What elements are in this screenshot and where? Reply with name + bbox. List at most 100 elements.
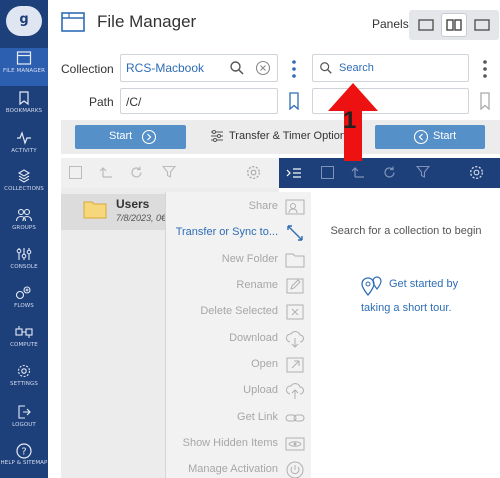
transfer-bar: Start Transfer & Timer Options Start bbox=[61, 120, 500, 154]
left-nav: g FILE MANAGER BOOKMARKS ACTIVITY COLLEC… bbox=[0, 0, 48, 478]
link-icon bbox=[285, 408, 305, 433]
panels-label: Panels bbox=[372, 17, 409, 31]
search-icon bbox=[319, 61, 333, 80]
menu-item-transfer-sync[interactable]: Transfer or Sync to... bbox=[166, 220, 312, 246]
search-collection-input[interactable]: Search bbox=[312, 54, 469, 82]
nav-label: CONSOLE bbox=[10, 264, 38, 270]
right-select-all-checkbox-icon[interactable] bbox=[321, 166, 334, 184]
start-right-label: Start bbox=[433, 130, 457, 142]
path-input[interactable]: /C/ bbox=[120, 88, 278, 114]
left-bookmark-icon[interactable] bbox=[288, 92, 300, 115]
nav-item-flows[interactable]: FLOWS bbox=[0, 283, 48, 321]
double-panel-button[interactable] bbox=[441, 13, 467, 37]
nav-label: COMPUTE bbox=[10, 342, 38, 348]
start-left-arrow-icon bbox=[413, 129, 429, 148]
nav-label: SETTINGS bbox=[10, 381, 38, 387]
nav-item-activity[interactable]: ACTIVITY bbox=[0, 128, 48, 166]
menu-item-label: Manage Activation bbox=[188, 463, 278, 475]
nav-item-bookmarks[interactable]: BOOKMARKS bbox=[0, 88, 48, 126]
nav-item-help[interactable]: ? HELP & SITEMAP bbox=[0, 440, 48, 478]
nav-item-console[interactable]: CONSOLE bbox=[0, 244, 48, 282]
menu-item-share[interactable]: Share bbox=[166, 194, 312, 220]
nav-item-groups[interactable]: GROUPS bbox=[0, 205, 48, 243]
menu-item-open[interactable]: Open bbox=[166, 352, 312, 378]
select-all-checkbox-icon[interactable] bbox=[69, 166, 82, 184]
menu-item-label: Transfer or Sync to... bbox=[175, 226, 278, 238]
start-right-button[interactable]: Start bbox=[375, 125, 485, 149]
path-label: Path bbox=[89, 95, 114, 109]
rename-icon bbox=[285, 276, 305, 301]
console-icon bbox=[0, 244, 48, 264]
bookmark-icon bbox=[0, 88, 48, 108]
eye-icon bbox=[285, 434, 305, 459]
nav-item-compute[interactable]: COMPUTE bbox=[0, 322, 48, 360]
menu-item-label: Open bbox=[251, 358, 278, 370]
empty-state-message: Search for a collection to begin bbox=[330, 225, 482, 237]
power-icon bbox=[285, 460, 305, 478]
start-left-label: Start bbox=[109, 130, 133, 142]
nav-item-settings[interactable]: SETTINGS bbox=[0, 361, 48, 399]
right-up-folder-icon[interactable] bbox=[351, 165, 365, 184]
path-value: /C/ bbox=[126, 95, 142, 109]
open-icon bbox=[285, 355, 305, 380]
stacked-panel-icon bbox=[474, 19, 490, 31]
collection-field[interactable]: RCS-Macbook bbox=[120, 54, 278, 82]
flows-icon bbox=[0, 283, 48, 303]
start-left-button[interactable]: Start bbox=[75, 125, 186, 149]
filter-icon[interactable] bbox=[161, 165, 177, 184]
menu-item-label: Show Hidden Items bbox=[182, 437, 278, 449]
single-panel-button[interactable] bbox=[413, 13, 439, 37]
left-pane-toolbar bbox=[61, 158, 279, 188]
options-sliders-icon bbox=[210, 129, 224, 148]
groups-icon bbox=[0, 205, 48, 225]
menu-item-label: New Folder bbox=[221, 253, 278, 265]
nav-label: FLOWS bbox=[14, 303, 34, 309]
activity-icon bbox=[0, 128, 48, 148]
right-filter-icon[interactable] bbox=[415, 165, 431, 184]
svg-text:?: ? bbox=[21, 447, 26, 458]
up-folder-icon[interactable] bbox=[99, 165, 113, 184]
left-more-options-icon[interactable] bbox=[289, 59, 299, 84]
toggle-menu-icon[interactable] bbox=[286, 166, 302, 185]
right-settings-icon[interactable] bbox=[468, 164, 485, 186]
menu-item-new-folder[interactable]: New Folder bbox=[166, 247, 312, 273]
refresh-icon[interactable] bbox=[129, 165, 144, 185]
clear-icon[interactable] bbox=[255, 60, 271, 81]
right-more-options-icon[interactable] bbox=[480, 59, 490, 84]
tour-link-line2[interactable]: taking a short tour. bbox=[361, 302, 452, 314]
compute-icon bbox=[0, 322, 48, 342]
nav-item-collections[interactable]: COLLECTIONS bbox=[0, 166, 48, 204]
stacked-panel-button[interactable] bbox=[469, 13, 495, 37]
menu-item-label: Upload bbox=[243, 384, 278, 396]
nav-label: HELP & SITEMAP bbox=[0, 460, 48, 466]
download-icon bbox=[285, 329, 305, 354]
search-icon[interactable] bbox=[229, 60, 245, 81]
nav-item-logout[interactable]: LOGOUT bbox=[0, 402, 48, 440]
menu-item-manage-activation[interactable]: Manage Activation bbox=[166, 457, 312, 478]
menu-item-rename[interactable]: Rename bbox=[166, 273, 312, 299]
file-name: Users bbox=[116, 197, 150, 211]
tour-link-line1[interactable]: Get started by bbox=[389, 278, 458, 290]
menu-item-label: Delete Selected bbox=[200, 305, 278, 317]
right-refresh-icon[interactable] bbox=[382, 165, 397, 185]
logo-letter: g bbox=[19, 12, 29, 27]
file-row[interactable]: Users 7/8/2023, 0€ bbox=[61, 194, 179, 230]
search-placeholder: Search bbox=[339, 62, 374, 74]
nav-item-file-manager[interactable]: FILE MANAGER bbox=[0, 48, 48, 86]
collection-value: RCS-Macbook bbox=[126, 61, 205, 75]
nav-label: BOOKMARKS bbox=[5, 108, 43, 114]
menu-item-download[interactable]: Download bbox=[166, 326, 312, 352]
nav-label: FILE MANAGER bbox=[2, 68, 46, 74]
nav-label: COLLECTIONS bbox=[4, 186, 44, 192]
left-settings-icon[interactable] bbox=[245, 164, 262, 186]
page-title: File Manager bbox=[97, 12, 197, 31]
globus-logo[interactable]: g bbox=[6, 6, 42, 36]
transfer-icon bbox=[285, 223, 305, 248]
right-bookmark-icon[interactable] bbox=[479, 92, 491, 115]
menu-item-show-hidden[interactable]: Show Hidden Items bbox=[166, 431, 312, 457]
menu-item-get-link[interactable]: Get Link bbox=[166, 405, 312, 431]
collections-icon bbox=[0, 166, 48, 186]
menu-item-delete[interactable]: Delete Selected bbox=[166, 299, 312, 325]
menu-item-upload[interactable]: Upload bbox=[166, 378, 312, 404]
share-icon bbox=[285, 197, 305, 222]
